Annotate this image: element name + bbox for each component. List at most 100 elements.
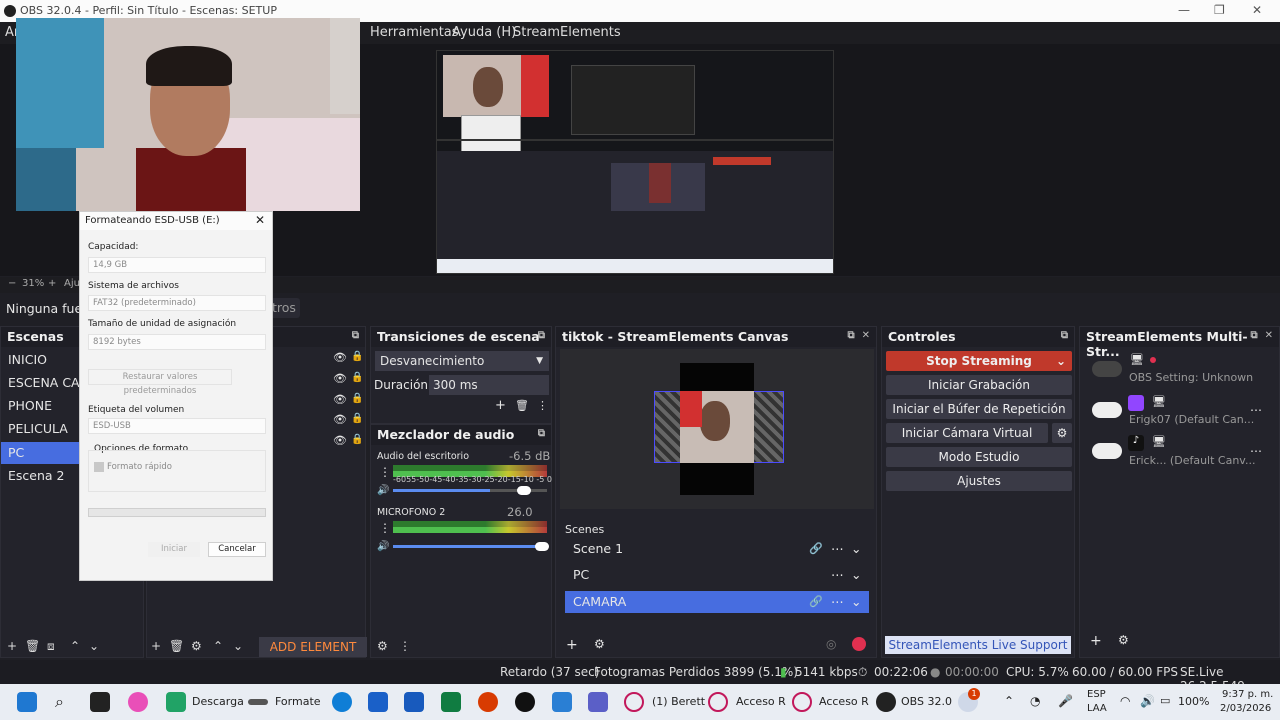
maximize-icon[interactable]: ❐ bbox=[1214, 3, 1225, 17]
more-icon[interactable]: ⋯ bbox=[831, 591, 844, 613]
taskbar-app-label[interactable]: Acceso R bbox=[736, 695, 786, 708]
speaker-icon[interactable]: 🔊 bbox=[377, 485, 389, 496]
main-preview-canvas[interactable] bbox=[436, 50, 834, 274]
mixer-settings-icon[interactable]: ⚙ bbox=[377, 639, 388, 653]
store-icon[interactable] bbox=[368, 692, 388, 712]
channel-menu-icon[interactable]: ⋮ bbox=[379, 465, 391, 479]
remove-transition-icon[interactable]: 🗑 bbox=[515, 399, 529, 412]
channel-menu-icon[interactable]: ⋮ bbox=[379, 521, 391, 535]
volume-slider[interactable] bbox=[393, 542, 549, 551]
visibility-eye-icon[interactable]: 👁 bbox=[333, 393, 347, 406]
wifi-icon[interactable]: ◠ bbox=[1120, 694, 1130, 708]
add-transition-icon[interactable]: + bbox=[495, 398, 506, 413]
move-up-icon[interactable]: ⌃ bbox=[213, 639, 223, 653]
mixer-menu-icon[interactable]: ⋮ bbox=[399, 639, 411, 653]
copilot-icon[interactable] bbox=[128, 692, 148, 712]
opera-icon[interactable] bbox=[792, 692, 812, 712]
menu-item-ayuda[interactable]: Ayuda (H) bbox=[452, 25, 516, 40]
add-source-icon[interactable]: + bbox=[151, 639, 161, 653]
taskbar-app-label[interactable]: Descarga bbox=[192, 695, 244, 708]
volume-label-input[interactable]: ESD-USB bbox=[88, 418, 266, 434]
lock-icon[interactable]: 🔒 bbox=[351, 413, 363, 424]
paint-icon[interactable] bbox=[552, 692, 572, 712]
language-indicator[interactable]: ESP bbox=[1087, 689, 1106, 700]
sheet-app-icon[interactable] bbox=[166, 692, 186, 712]
stop-streaming-button[interactable]: Stop Streaming ⌄ bbox=[886, 351, 1072, 371]
zoom-in-button[interactable]: + bbox=[48, 278, 56, 289]
lock-icon[interactable]: 🔒 bbox=[351, 434, 363, 445]
add-element-button[interactable]: ADD ELEMENT bbox=[259, 637, 367, 657]
visibility-eye-icon[interactable]: 👁 bbox=[333, 413, 347, 426]
link-icon[interactable]: 🔗 bbox=[809, 591, 823, 613]
transition-menu-icon[interactable]: ⋮ bbox=[537, 399, 548, 412]
allocation-select[interactable]: 8192 bytes bbox=[88, 334, 266, 350]
opera-icon[interactable] bbox=[624, 692, 644, 712]
close-icon[interactable]: ✕ bbox=[255, 213, 265, 227]
virtual-camera-button[interactable]: Iniciar Cámara Virtual bbox=[886, 423, 1048, 443]
link-icon[interactable]: 🔗 bbox=[809, 539, 823, 559]
toggle-switch[interactable] bbox=[1092, 443, 1122, 459]
add-scene-icon[interactable]: + bbox=[7, 639, 17, 653]
close-icon[interactable]: ✕ bbox=[1252, 3, 1262, 17]
float-icon[interactable]: ⧉ bbox=[538, 428, 545, 439]
virtual-camera-settings-icon[interactable]: ⚙ bbox=[1052, 423, 1072, 443]
taskbar-app-label[interactable]: (1) Berett bbox=[652, 695, 705, 708]
taskbar-app-label[interactable]: Acceso R bbox=[819, 695, 869, 708]
remove-scene-icon[interactable]: 🗑 bbox=[25, 639, 40, 653]
duration-spinbox[interactable]: 300 ms bbox=[429, 375, 549, 395]
live-record-icon[interactable] bbox=[852, 637, 866, 651]
vertical-canvas-preview[interactable] bbox=[560, 349, 874, 509]
lock-icon[interactable]: 🔒 bbox=[351, 372, 363, 383]
remove-source-icon[interactable]: 🗑 bbox=[169, 639, 184, 653]
edge-icon[interactable] bbox=[332, 692, 352, 712]
excel-icon[interactable] bbox=[441, 692, 461, 712]
search-icon[interactable]: ⌕ bbox=[55, 692, 75, 712]
filter-scene-icon[interactable]: ⧈ bbox=[47, 639, 55, 654]
more-icon[interactable]: ⋯ bbox=[1250, 444, 1262, 458]
clock-date[interactable]: 2/03/2026 bbox=[1220, 703, 1271, 714]
live-support-button[interactable]: StreamElements Live Support bbox=[885, 636, 1071, 654]
toggle-switch[interactable] bbox=[1092, 361, 1122, 377]
volume-slider[interactable] bbox=[393, 486, 547, 495]
move-down-icon[interactable]: ⌄ bbox=[233, 639, 243, 653]
replay-buffer-button[interactable]: Iniciar el Búfer de Repetición bbox=[886, 399, 1072, 419]
chevron-down-icon[interactable]: ⌄ bbox=[851, 539, 861, 559]
toggle-switch[interactable] bbox=[1092, 402, 1122, 418]
start-recording-button[interactable]: Iniciar Grabación bbox=[886, 375, 1072, 395]
visibility-eye-icon[interactable]: 👁 bbox=[333, 434, 347, 447]
canvas-scene-item[interactable]: PC ⋯ ⌄ bbox=[565, 565, 869, 585]
language-indicator-sub[interactable]: LAA bbox=[1087, 703, 1107, 714]
start-icon[interactable] bbox=[17, 692, 37, 712]
canvas-settings-icon[interactable]: ⚙ bbox=[594, 637, 605, 651]
studio-mode-button[interactable]: Modo Estudio bbox=[886, 447, 1072, 467]
menu-item-herramientas[interactable]: Herramientas bbox=[370, 25, 459, 40]
more-icon[interactable]: ⋯ bbox=[831, 539, 844, 559]
settings-button[interactable]: Ajustes bbox=[886, 471, 1072, 491]
move-up-icon[interactable]: ⌃ bbox=[70, 639, 80, 653]
task-view-icon[interactable] bbox=[90, 692, 110, 712]
lock-icon[interactable]: 🔒 bbox=[351, 351, 363, 362]
close-icon[interactable]: ⧉ ✕ bbox=[848, 330, 870, 341]
float-icon[interactable]: ⧉ bbox=[538, 330, 545, 341]
obs-icon[interactable] bbox=[876, 692, 896, 712]
source-properties-icon[interactable]: ⚙ bbox=[191, 639, 202, 653]
restore-defaults-button[interactable]: Restaurar valores predeterminados bbox=[88, 369, 232, 396]
canvas-scene-item[interactable]: Scene 1 🔗 ⋯ ⌄ bbox=[565, 539, 869, 559]
canvas-scene-item-selected[interactable]: CAMARA 🔗 ⋯ ⌄ bbox=[565, 591, 869, 613]
close-icon[interactable]: ⧉ ✕ bbox=[1251, 330, 1273, 341]
zoom-fit-label[interactable]: Aju bbox=[64, 278, 80, 289]
chevron-down-icon[interactable]: ⌄ bbox=[851, 565, 861, 585]
taskbar-app-label[interactable]: OBS 32.0 bbox=[901, 695, 952, 708]
add-output-icon[interactable]: + bbox=[1090, 633, 1102, 649]
minimize-icon[interactable]: — bbox=[1178, 3, 1190, 17]
speaker-icon[interactable]: 🔊 bbox=[1140, 694, 1155, 708]
cancel-button[interactable]: Cancelar bbox=[208, 542, 266, 557]
microphone-icon[interactable]: 🎤 bbox=[1058, 694, 1073, 708]
zoom-out-button[interactable]: − bbox=[8, 278, 16, 289]
speaker-icon[interactable]: 🔊 bbox=[377, 541, 389, 552]
float-icon[interactable]: ⧉ bbox=[352, 330, 359, 341]
clock-time[interactable]: 9:37 p. m. bbox=[1222, 689, 1273, 700]
battery-icon[interactable]: ▭ bbox=[1160, 694, 1170, 707]
pdf-icon[interactable] bbox=[478, 692, 498, 712]
word-icon[interactable] bbox=[404, 692, 424, 712]
